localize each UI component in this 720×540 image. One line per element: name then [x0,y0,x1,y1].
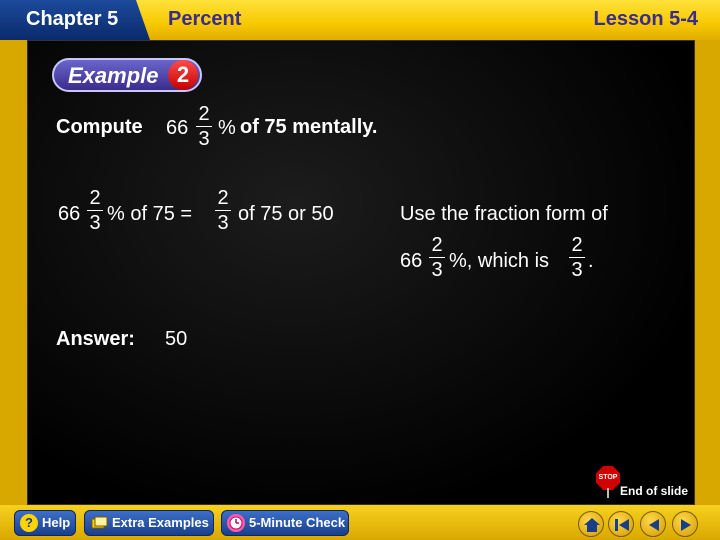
note-fraction-numerator: 2 [431,234,443,256]
next-slide-button[interactable] [672,511,698,537]
fraction-bar [196,126,212,127]
step-fraction2-denominator: 3 [217,212,229,234]
first-slide-button[interactable] [608,511,634,537]
note-fraction2-denominator: 3 [571,259,583,281]
help-button-label: Help [42,515,71,530]
home-icon [584,518,600,532]
problem-fraction-numerator: 2 [198,103,210,125]
slide-board [27,40,695,505]
left-border [0,40,27,505]
previous-slide-icon [649,519,659,531]
note-fraction2-numerator: 2 [571,234,583,256]
chapter-label: Chapter 5 [26,8,119,30]
extra-examples-button[interactable]: Extra Examples [84,510,214,536]
section-title: Percent [168,8,242,30]
problem-whole: 66 [166,117,189,139]
example-label: Example [68,63,159,88]
help-button[interactable]: ? Help [14,510,76,536]
step-fraction2-numerator: 2 [217,187,229,209]
end-of-slide-label: End of slide [620,484,689,498]
five-minute-check-icon [227,514,245,532]
note-fraction-2: 2 3 [569,235,585,280]
example-badge: Example 2 [52,58,202,92]
problem-fraction: 2 3 [196,104,212,149]
problem-fraction-denominator: 3 [198,128,210,150]
step-percent-of: % of 75 = [107,203,193,225]
step-fraction-denominator: 3 [89,212,101,234]
previous-slide-button[interactable] [640,511,666,537]
help-icon: ? [20,514,38,532]
note-mid: %, which is [449,250,550,272]
note-fraction: 2 3 [429,235,445,280]
lesson-label: Lesson 5-4 [593,8,698,30]
step-fraction-numerator: 2 [89,187,101,209]
fraction-bar [569,257,585,258]
fraction-bar [87,210,103,211]
step-whole: 66 [58,203,81,225]
first-slide-icon [615,519,629,531]
note-whole: 66 [400,250,423,272]
step-tail: of 75 or 50 [238,203,334,225]
right-border [695,40,720,505]
note-end: . [588,250,594,272]
step-fraction: 2 3 [87,188,103,233]
problem-tail: of 75 mentally. [240,116,378,138]
step-fraction-2: 2 3 [215,188,231,233]
answer-value: 50 [165,328,188,350]
fraction-bar [215,210,231,211]
answer-label: Answer: [56,328,135,350]
problem-percent: % [218,117,236,139]
next-slide-icon [681,519,691,531]
note-line1: Use the fraction form of [400,203,608,225]
fraction-bar [429,257,445,258]
stop-sign-pole [607,488,609,498]
extra-examples-icon [90,514,108,532]
note-fraction-denominator: 3 [431,259,443,281]
five-minute-check-label: 5-Minute Check [249,515,346,530]
example-number: 2 [168,60,198,90]
home-button[interactable] [578,511,604,537]
extra-examples-label: Extra Examples [112,515,209,530]
five-minute-check-button[interactable]: 5-Minute Check [221,510,349,536]
problem-lead: Compute [56,116,143,138]
